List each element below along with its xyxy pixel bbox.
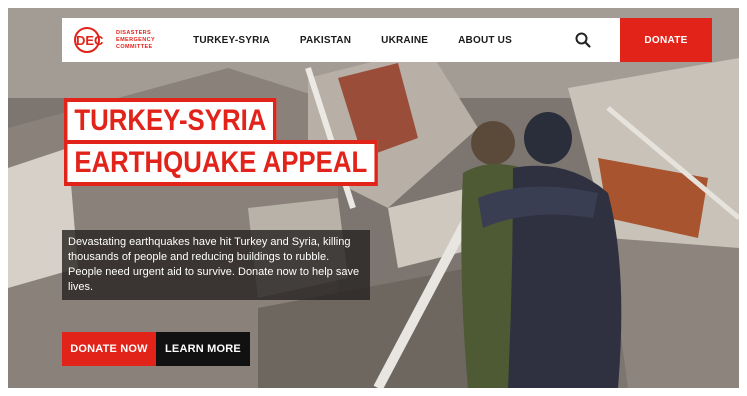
logo-line-2: EMERGENCY (116, 36, 156, 43)
nav-link-ukraine[interactable]: UKRAINE (381, 35, 428, 46)
headline-line-2: EARTHQUAKE APPEAL (64, 140, 378, 186)
nav-links: TURKEY-SYRIA PAKISTAN UKRAINE ABOUT US (193, 35, 512, 46)
hero-background-image (8, 8, 739, 388)
nav-link-turkey-syria[interactable]: TURKEY-SYRIA (193, 35, 270, 46)
hero-section: DEC DISASTERS EMERGENCY COMMITTEE TURKEY… (8, 8, 739, 388)
dec-logo-mark: DEC (72, 25, 110, 55)
search-icon[interactable] (574, 31, 592, 49)
logo-wordmark: DISASTERS EMERGENCY COMMITTEE (116, 30, 155, 51)
dec-logo[interactable]: DEC DISASTERS EMERGENCY COMMITTEE (72, 18, 155, 62)
nav-link-pakistan[interactable]: PAKISTAN (300, 35, 351, 46)
hero-description: Devastating earthquakes have hit Turkey … (62, 230, 370, 300)
cta-row: DONATE NOW LEARN MORE (62, 332, 250, 366)
page-title: TURKEY-SYRIA EARTHQUAKE APPEAL (64, 98, 429, 186)
headline-line-1: TURKEY-SYRIA (64, 98, 277, 144)
learn-more-button[interactable]: LEARN MORE (156, 332, 250, 366)
donate-button[interactable]: DONATE (620, 18, 712, 62)
svg-text:DEC: DEC (76, 33, 104, 48)
logo-line-3: COMMITTEE (116, 43, 153, 50)
logo-line-1: DISASTERS (116, 29, 152, 36)
donate-now-button[interactable]: DONATE NOW (62, 332, 156, 366)
nav-link-about-us[interactable]: ABOUT US (458, 35, 512, 46)
top-navigation-bar: DEC DISASTERS EMERGENCY COMMITTEE TURKEY… (62, 18, 712, 62)
